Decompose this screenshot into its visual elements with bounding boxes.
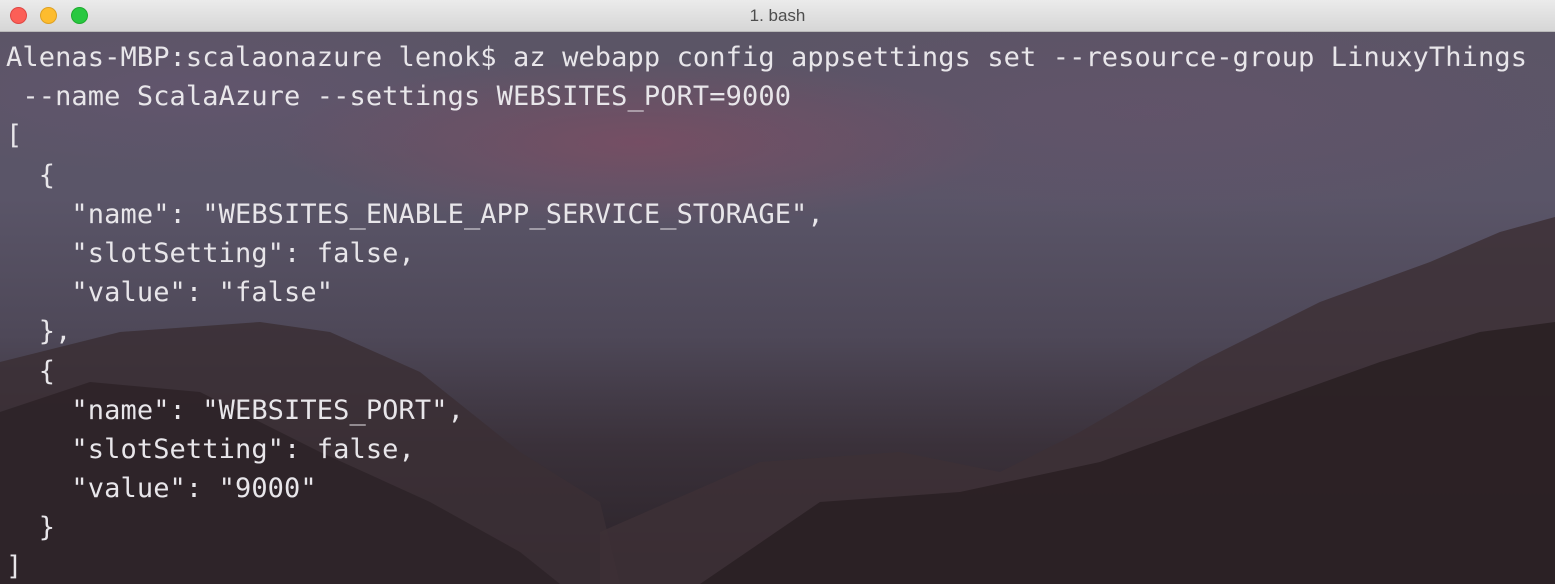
terminal-window: 1. bash Alenas-MBP:scalaonazure lenok$ a… bbox=[0, 0, 1555, 584]
window-title: 1. bash bbox=[749, 6, 806, 25]
terminal-area[interactable]: Alenas-MBP:scalaonazure lenok$ az webapp… bbox=[0, 32, 1555, 584]
terminal-line: "slotSetting": false, bbox=[6, 237, 415, 269]
terminal-line: "name": "WEBSITES_PORT", bbox=[6, 394, 464, 426]
terminal-line: "slotSetting": false, bbox=[6, 433, 415, 465]
terminal-line: "value": "false" bbox=[6, 277, 334, 309]
title-bar[interactable]: 1. bash bbox=[0, 0, 1555, 32]
terminal-line: ] bbox=[6, 551, 23, 583]
terminal-line: } bbox=[6, 512, 56, 544]
terminal-line: "value": "9000" bbox=[6, 473, 317, 505]
terminal-line: }, bbox=[6, 316, 72, 348]
terminal-line: [ bbox=[6, 120, 23, 152]
terminal-line: --name ScalaAzure --settings WEBSITES_PO… bbox=[6, 81, 792, 113]
terminal-line: { bbox=[6, 159, 56, 191]
terminal-line: { bbox=[6, 355, 56, 387]
terminal-line: Alenas-MBP:scalaonazure lenok$ az webapp… bbox=[6, 42, 1528, 73]
terminal-output: Alenas-MBP:scalaonazure lenok$ az webapp… bbox=[6, 38, 1527, 584]
terminal-line: "name": "WEBSITES_ENABLE_APP_SERVICE_STO… bbox=[6, 198, 824, 230]
